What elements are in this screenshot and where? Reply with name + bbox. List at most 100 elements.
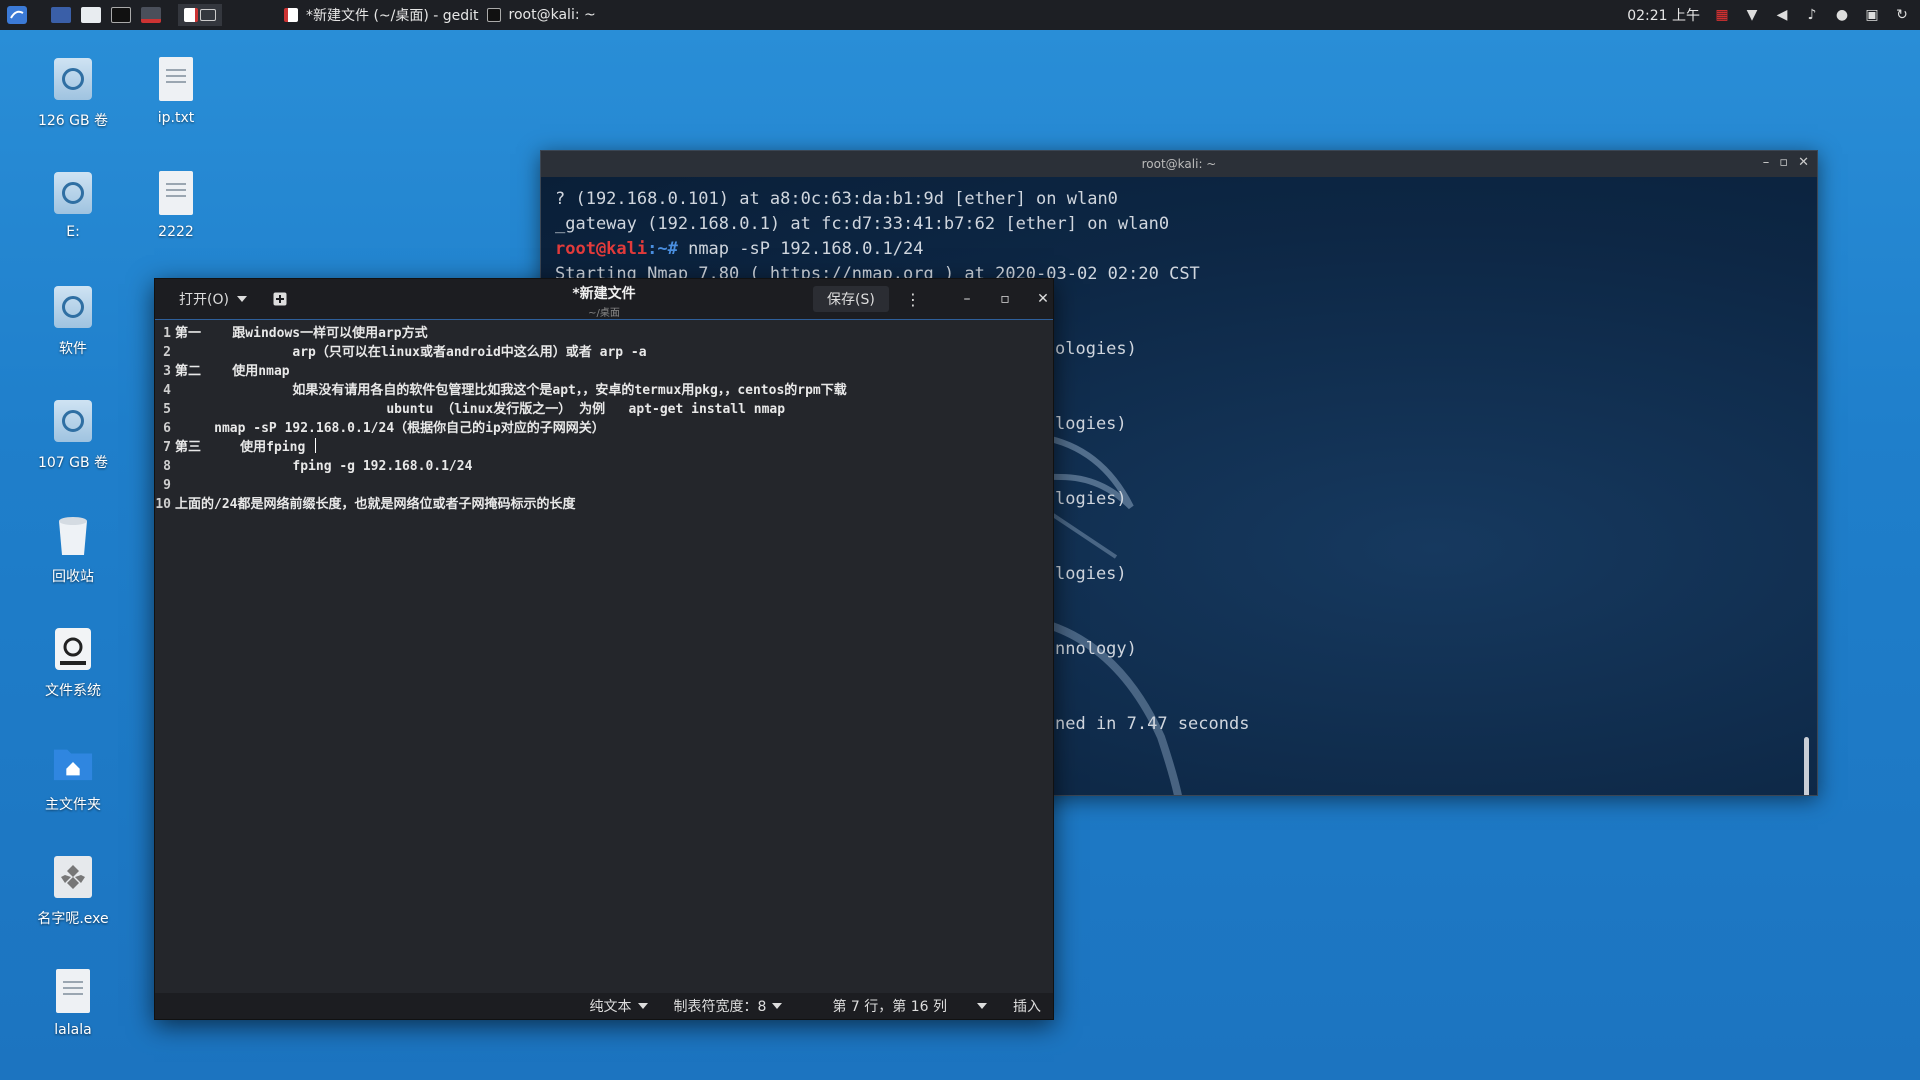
cursor-position-selector[interactable]: 第 7 行，第 16 列: [832, 996, 987, 1016]
editor-line: 1 第一 跟windows一样可以使用arp方式: [155, 324, 1053, 343]
terminal-titlebar[interactable]: root@kali: ~ – ▫ ✕: [541, 151, 1817, 177]
editor-line: 8 fping -g 192.168.0.1/24: [155, 457, 1053, 476]
minimize-icon[interactable]: –: [1763, 155, 1770, 170]
desktop-icon-label: 软件: [59, 341, 87, 357]
editor-line: 2 arp（只可以在linux或者android中这么用）或者 arp -a: [155, 343, 1053, 362]
prompt-user: root@kali: [555, 239, 648, 259]
terminal-fragment: nnology): [1055, 639, 1137, 659]
drive-icon: [54, 58, 92, 100]
lock-icon[interactable]: ▣: [1864, 7, 1880, 23]
terminal-task-icon: [486, 8, 501, 22]
desktop-icon-home-folder[interactable]: 主文件夹: [18, 740, 128, 814]
minimize-icon[interactable]: –: [955, 287, 979, 311]
desktop-icon-ip-txt[interactable]: ip.txt: [121, 56, 231, 126]
language-label: 纯文本: [589, 999, 632, 1015]
text-cursor: [315, 438, 317, 453]
desktop-icon-label: 主文件夹: [45, 797, 101, 813]
desktop-icon-software[interactable]: 软件: [18, 284, 128, 358]
terminal-fragment: ologies): [1055, 339, 1137, 359]
desktop-icon-label: 名字呢.exe: [37, 911, 109, 927]
file-manager-icon[interactable]: [78, 4, 104, 26]
taskbar-item-gedit[interactable]: *新建文件 (~/桌面) - gedit: [284, 0, 479, 30]
save-button-label: 保存(S): [827, 292, 875, 308]
filesystem-icon: [55, 628, 91, 670]
editor-line: 4 如果没有请用各自的软件包管理比如我这个是apt，，安卓的termux用pkg…: [155, 381, 1053, 400]
desktop-icon-label: 107 GB 卷: [37, 455, 109, 471]
text-file-icon: [56, 969, 90, 1013]
wifi-icon[interactable]: ▼: [1744, 7, 1760, 23]
top-panel: *新建文件 (~/桌面) - gedit root@kali: ~ 02:21 …: [0, 0, 1920, 30]
desktop-icon-label: 2222: [158, 224, 194, 240]
terminal-line: _gateway (192.168.0.1) at fc:d7:33:41:b7…: [555, 214, 1170, 234]
save-button[interactable]: 保存(S): [813, 286, 889, 312]
close-icon[interactable]: ✕: [1031, 287, 1055, 311]
line-text: nmap -sP 192.168.0.1/24（根据你自己的ip对应的子网网关）: [175, 421, 605, 436]
desktop-icon-107gb[interactable]: 107 GB 卷: [18, 398, 128, 472]
terminal-command: nmap -sP 192.168.0.1/24: [677, 239, 924, 259]
terminal-title: root@kali: ~: [1141, 157, 1217, 171]
app-launcher-icon[interactable]: [138, 4, 164, 26]
desktop-icon-exe[interactable]: 名字呢.exe: [18, 854, 128, 928]
maximize-icon[interactable]: ▫: [993, 287, 1017, 311]
terminal-fragment: logies): [1055, 564, 1127, 584]
line-text: fping -g 192.168.0.1/24: [175, 459, 473, 474]
editor-line: 10 上面的/24都是网络前缀长度，也就是网络位或者子网掩码标示的长度: [155, 495, 1053, 514]
line-number: 3: [163, 364, 171, 379]
desktop-icon-label: lalala: [54, 1022, 92, 1038]
line-number: 7: [163, 440, 171, 455]
clock[interactable]: 02:21 上午: [1627, 5, 1700, 25]
hamburger-menu-icon[interactable]: ⋮: [901, 286, 925, 312]
line-text: ubuntu （linux发行版之一） 为例 apt-get install n…: [175, 402, 786, 417]
maximize-icon[interactable]: ▫: [1779, 155, 1788, 170]
line-text: 第一 跟windows一样可以使用arp方式: [175, 326, 428, 341]
line-text: 上面的/24都是网络前缀长度，也就是网络位或者子网掩码标示的长度: [175, 497, 576, 512]
editor-line: 3 第二 使用nmap: [155, 362, 1053, 381]
terminal-prompt-line: root@kali:~# nmap -sP 192.168.0.1/24: [555, 237, 1803, 262]
line-text: arp（只可以在linux或者android中这么用）或者 arp -a: [175, 345, 647, 360]
close-icon[interactable]: ✕: [1798, 155, 1809, 170]
language-selector[interactable]: 纯文本: [590, 996, 648, 1016]
line-text: 第三 使用fping: [175, 440, 314, 455]
volume-icon[interactable]: ◀: [1774, 7, 1790, 23]
desktop-icon-2222[interactable]: 2222: [121, 170, 231, 240]
prompt-path: :~#: [647, 239, 678, 259]
editor-line: 6 nmap -sP 192.168.0.1/24（根据你自己的ip对应的子网网…: [155, 419, 1053, 438]
line-number: 8: [163, 459, 171, 474]
gedit-task-icon: [284, 8, 298, 22]
tab-width-selector[interactable]: 制表符宽度：8: [674, 996, 783, 1016]
input-method-icon[interactable]: ▦: [1714, 7, 1730, 23]
line-number: 2: [163, 345, 171, 360]
terminal-scrollbar[interactable]: [1804, 737, 1809, 795]
line-number: 6: [163, 421, 171, 436]
line-number: 9: [163, 478, 171, 493]
desktop-icon-lalala[interactable]: lalala: [18, 968, 128, 1038]
desktop-icon-filesystem[interactable]: 文件系统: [18, 626, 128, 700]
gedit-window[interactable]: 打开(O) *新建文件 ~/桌面 保存(S) ⋮ – ▫ ✕ 1 第一 跟wind…: [154, 278, 1054, 1020]
line-number: 1: [163, 326, 171, 341]
desktop-icon-label: E:: [66, 224, 80, 240]
kali-menu-icon[interactable]: [4, 4, 30, 26]
insert-mode-indicator[interactable]: 插入: [1013, 996, 1041, 1016]
show-desktop-icon[interactable]: [48, 4, 74, 26]
insert-mode-label: 插入: [1013, 999, 1041, 1015]
session-refresh-icon[interactable]: ↻: [1894, 7, 1910, 23]
desktop-icon-trash[interactable]: 回收站: [18, 512, 128, 586]
text-file-icon: [159, 171, 193, 215]
terminal-fragment: logies): [1055, 489, 1127, 509]
desktop-icon-e-drive[interactable]: E:: [18, 170, 128, 240]
editor-line: 9: [155, 476, 1053, 495]
gedit-headerbar[interactable]: 打开(O) *新建文件 ~/桌面 保存(S) ⋮ – ▫ ✕: [155, 279, 1053, 319]
desktop-icon-label: 文件系统: [45, 683, 101, 699]
chevron-down-icon: [772, 1003, 783, 1009]
terminal-launcher-icon[interactable]: [108, 4, 134, 26]
taskbar-item-terminal[interactable]: root@kali: ~: [486, 0, 596, 30]
desktop-icon-label: 回收站: [52, 569, 94, 585]
system-tray: 02:21 上午 ▦ ▼ ◀ ♪ ● ▣ ↻: [1627, 0, 1920, 30]
editor-line: 5 ubuntu （linux发行版之一） 为例 apt-get install…: [155, 400, 1053, 419]
desktop-icon-126gb[interactable]: 126 GB 卷: [18, 56, 128, 130]
workspace-switcher-icon[interactable]: [178, 4, 222, 26]
notification-bell-icon[interactable]: ♪: [1804, 7, 1820, 23]
text-editor-area[interactable]: 1 第一 跟windows一样可以使用arp方式 2 arp（只可以在linux或…: [155, 319, 1053, 993]
drive-icon: [54, 286, 92, 328]
power-manager-icon[interactable]: ●: [1834, 7, 1850, 23]
